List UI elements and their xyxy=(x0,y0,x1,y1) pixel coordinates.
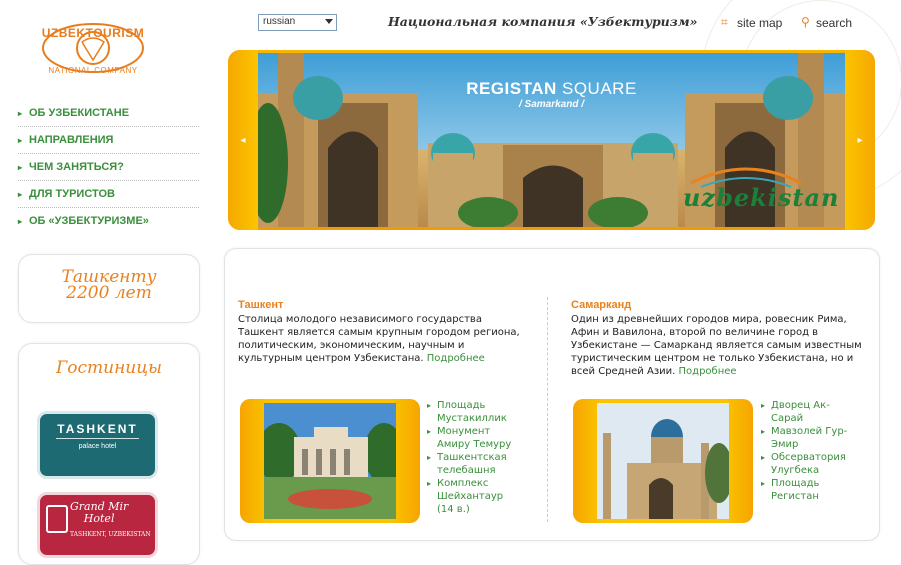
samarkand-photo[interactable] xyxy=(573,399,753,523)
nav-item-destinations[interactable]: ▸ НАПРАВЛЕНИЯ xyxy=(18,127,199,154)
grand-mir-emblem-icon xyxy=(46,505,68,533)
bullet-icon: ▸ xyxy=(427,479,432,488)
hotel1-divider xyxy=(56,438,139,439)
banner-subtitle: / Samarkand / xyxy=(518,99,585,110)
tashkent-banner-line2: 2200 лет xyxy=(66,283,152,303)
site-logo[interactable]: UZBEKTOURISM NATIONAL COMPANY xyxy=(38,12,148,82)
samarkand-photo-image xyxy=(597,403,729,519)
sight-link[interactable]: ▸ Площадь Регистан xyxy=(761,477,861,503)
nav-item-activities[interactable]: ▸ ЧЕМ ЗАНЯТЬСЯ? xyxy=(18,154,199,181)
tashkent-theatre-illustration xyxy=(264,403,396,519)
city-tashkent: Ташкент Столица молодого независимого го… xyxy=(238,299,528,365)
bullet-icon: ▸ xyxy=(427,427,432,436)
main-navigation: ▸ ОБ УЗБЕКИСТАНЕ ▸ НАПРАВЛЕНИЯ ▸ ЧЕМ ЗАНЯТЬ… xyxy=(18,100,199,234)
sight-link[interactable]: ▸ Мавзолей Гур-Эмир xyxy=(761,425,861,451)
nav-item-label: ДЛЯ ТУРИСТОВ xyxy=(29,188,115,200)
nav-bullet-icon: ▸ xyxy=(18,108,23,118)
hotel2-name-line2: Hotel xyxy=(83,512,115,525)
language-select-value: russian xyxy=(263,16,296,27)
city-title-tashkent[interactable]: Ташкент xyxy=(238,299,528,311)
tashkent-photo-image xyxy=(264,403,396,519)
samarkand-sights-list: ▸ Дворец Ак-Сарай ▸ Мавзолей Гур-Эмир ▸ Обс… xyxy=(761,399,861,503)
sight-label: Мавзолей Гур-Эмир xyxy=(771,426,848,450)
hero-banner: ◂ REGISTAN SQUARE / Samarkand / uzbekist… xyxy=(228,50,875,230)
sitemap-icon[interactable]: ⌗ xyxy=(721,15,728,30)
uzbekistan-logo-text: uzbekistan xyxy=(683,183,840,212)
sight-link[interactable]: ▸ Монумент Амиру Темуру xyxy=(427,425,522,451)
sight-link[interactable]: ▸ Дворец Ак-Сарай xyxy=(761,399,861,425)
more-link-tashkent[interactable]: Подробнее xyxy=(427,353,485,364)
banner-title: REGISTAN SQUARE xyxy=(258,79,845,99)
banner-title-rest: SQUARE xyxy=(556,79,637,98)
bullet-icon: ▸ xyxy=(761,479,766,488)
nav-item-label: ОБ «УЗБЕКТУРИЗМЕ» xyxy=(29,215,149,227)
nav-bullet-icon: ▸ xyxy=(18,189,23,199)
sight-link[interactable]: ▸ Обсерватория Улугбека xyxy=(761,451,861,477)
company-title: Национальная компания «Узбектуризм» xyxy=(388,14,698,29)
logo-subtitle: NATIONAL COMPANY xyxy=(48,66,138,75)
hotel1-name: TASHKENT xyxy=(57,422,138,436)
hotel2-subtitle: TASHKENT, UZBEKISTAN xyxy=(70,531,151,538)
sight-label: Комплекс Шейхантаур (14 в.) xyxy=(437,478,504,515)
tashkent-anniversary-banner[interactable]: Ташкенту 2200 лет xyxy=(18,254,200,323)
bullet-icon: ▸ xyxy=(761,401,766,410)
search-icon[interactable]: ⚲ xyxy=(801,15,810,29)
logo-title: UZBEKTOURISM xyxy=(41,26,145,40)
city-samarkand: Самарканд Один из древнейших городов мир… xyxy=(571,299,871,378)
gur-emir-illustration xyxy=(597,403,729,519)
bullet-icon: ▸ xyxy=(427,453,432,462)
sitemap-link[interactable]: site map xyxy=(737,16,782,30)
banner-title-bold: REGISTAN xyxy=(466,79,557,98)
sight-link[interactable]: ▸ Ташкентская телебашня xyxy=(427,451,522,477)
sight-label: Дворец Ак-Сарай xyxy=(771,400,830,424)
arrow-left-icon: ◂ xyxy=(240,134,246,146)
sight-label: Площадь Регистан xyxy=(771,478,820,502)
hotel1-subtitle: palace hotel xyxy=(78,443,117,450)
nav-item-about-uzbekistan[interactable]: ▸ ОБ УЗБЕКИСТАНЕ xyxy=(18,100,199,127)
search-link[interactable]: search xyxy=(816,16,852,30)
tashkent-photo[interactable] xyxy=(240,399,420,523)
bullet-icon: ▸ xyxy=(761,427,766,436)
registan-photo: REGISTAN SQUARE / Samarkand / uzbekistan xyxy=(258,53,845,227)
nav-bullet-icon: ▸ xyxy=(18,162,23,172)
hotel-logo-grand-mir[interactable]: Grand Mir Hotel TASHKENT, UZBEKISTAN xyxy=(37,492,158,558)
sight-label: Обсерватория Улугбека xyxy=(771,452,846,476)
nav-item-for-tourists[interactable]: ▸ ДЛЯ ТУРИСТОВ xyxy=(18,181,199,208)
column-divider xyxy=(547,297,548,522)
hotel2-name: Grand Mir Hotel xyxy=(70,501,128,525)
city-description-samarkand: Один из древнейших городов мира, ровесни… xyxy=(571,313,871,378)
uzbekistan-logo: uzbekistan xyxy=(671,165,838,221)
nav-item-about-company[interactable]: ▸ ОБ «УЗБЕКТУРИЗМЕ» xyxy=(18,208,199,234)
nav-item-label: ЧЕМ ЗАНЯТЬСЯ? xyxy=(29,161,124,173)
sight-label: Ташкентская телебашня xyxy=(437,452,507,476)
hotel-logo-tashkent-palace[interactable]: TASHKENT palace hotel xyxy=(37,411,158,479)
sight-label: Площадь Мустакиллик xyxy=(437,400,507,424)
sight-link[interactable]: ▸ Площадь Мустакиллик xyxy=(427,399,522,425)
nav-item-label: НАПРАВЛЕНИЯ xyxy=(29,134,114,146)
arrow-right-icon: ▸ xyxy=(857,134,863,146)
tashkent-banner-text: Ташкенту 2200 лет xyxy=(19,269,199,303)
featured-cities: Ташкент Столица молодого независимого го… xyxy=(224,248,880,541)
city-title-samarkand[interactable]: Самарканд xyxy=(571,299,871,311)
tashkent-sights-list: ▸ Площадь Мустакиллик ▸ Монумент Амиру Тем… xyxy=(427,399,522,516)
bullet-icon: ▸ xyxy=(427,401,432,410)
chevron-down-icon xyxy=(325,19,333,24)
nav-bullet-icon: ▸ xyxy=(18,216,23,226)
sight-label: Монумент Амиру Темуру xyxy=(437,426,512,450)
language-select[interactable]: russian xyxy=(258,14,337,31)
bullet-icon: ▸ xyxy=(761,453,766,462)
more-link-samarkand[interactable]: Подробнее xyxy=(679,366,737,377)
sight-link[interactable]: ▸ Комплекс Шейхантаур (14 в.) xyxy=(427,477,522,516)
hotels-box: Гостиницы TASHKENT palace hotel Grand Mi… xyxy=(18,343,200,565)
city-description-tashkent: Столица молодого независимого государств… xyxy=(238,313,528,365)
hotels-title: Гостиницы xyxy=(56,358,162,378)
banner-prev-button[interactable]: ◂ xyxy=(228,50,258,230)
nav-bullet-icon: ▸ xyxy=(18,135,23,145)
banner-next-button[interactable]: ▸ xyxy=(845,50,875,230)
nav-item-label: ОБ УЗБЕКИСТАНЕ xyxy=(29,107,130,119)
